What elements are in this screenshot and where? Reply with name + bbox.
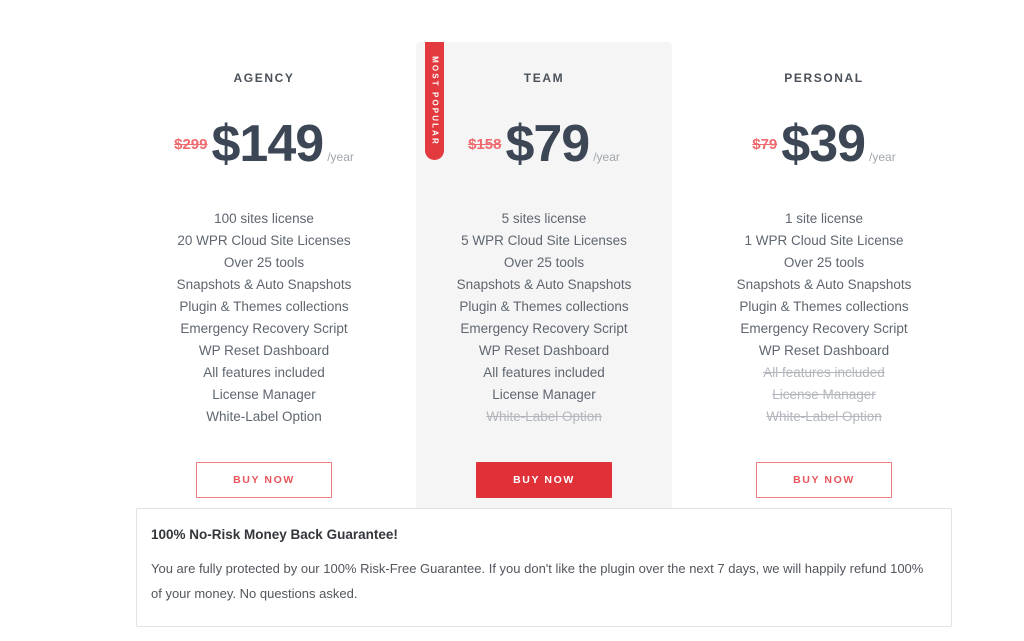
feature-item: WP Reset Dashboard: [758, 343, 890, 358]
feature-item-unavailable: All features included: [763, 365, 885, 380]
price-period: /year: [869, 150, 896, 164]
feature-item: Plugin & Themes collections: [179, 299, 349, 314]
price-period: /year: [593, 150, 620, 164]
pricing-card-team: MOST POPULAR TEAM $158 $79/year 5 sites lice…: [416, 42, 672, 528]
feature-item: Snapshots & Auto Snapshots: [176, 277, 352, 292]
price-original: $79: [752, 136, 778, 153]
plan-title: TEAM: [523, 71, 565, 85]
guarantee-body: You are fully protected by our 100% Risk…: [151, 561, 924, 602]
feature-item: WP Reset Dashboard: [198, 343, 330, 358]
price-line: $158 $79/year: [428, 118, 660, 170]
guarantee-title: 100% No-Risk Money Back Guarantee!: [151, 527, 398, 542]
pricing-card-personal: PERSONAL $79 $39/year 1 site license 1 WPR C…: [696, 42, 952, 528]
feature-item: Plugin & Themes collections: [739, 299, 909, 314]
feature-item: License Manager: [492, 387, 596, 402]
feature-list: 5 sites license 5 WPR Cloud Site Licenses…: [428, 208, 660, 428]
pricing-plans-row: AGENCY $299 $149/year 100 sites license 20 W…: [136, 42, 952, 528]
plan-title: AGENCY: [233, 71, 295, 85]
feature-item: Snapshots & Auto Snapshots: [736, 277, 912, 292]
plan-title: PERSONAL: [784, 71, 864, 85]
feature-item: Emergency Recovery Script: [180, 321, 348, 336]
feature-item: License Manager: [212, 387, 316, 402]
feature-item: 1 site license: [784, 211, 864, 226]
buy-now-button[interactable]: Buy Now: [756, 462, 892, 498]
guarantee-box: 100% No-Risk Money Back Guarantee! You a…: [136, 508, 952, 628]
feature-item: Plugin & Themes collections: [459, 299, 629, 314]
feature-item: All features included: [483, 365, 605, 380]
feature-item: 5 sites license: [501, 211, 587, 226]
most-popular-ribbon: MOST POPULAR: [425, 42, 444, 160]
feature-item: WP Reset Dashboard: [478, 343, 610, 358]
feature-item-unavailable: License Manager: [772, 387, 876, 402]
price-original: $299: [174, 136, 208, 153]
feature-list: 1 site license 1 WPR Cloud Site License Ov…: [708, 208, 940, 428]
feature-item-unavailable: White-Label Option: [486, 409, 602, 424]
price-period: /year: [327, 150, 354, 164]
feature-item: Over 25 tools: [503, 255, 585, 270]
feature-item-unavailable: White-Label Option: [766, 409, 882, 424]
price-current: $39: [781, 115, 866, 173]
price-line: $299 $149/year: [148, 118, 380, 170]
buy-now-button[interactable]: Buy Now: [476, 462, 612, 498]
feature-item: 20 WPR Cloud Site Licenses: [177, 233, 351, 248]
price-current: $149: [211, 115, 325, 173]
most-popular-ribbon-label: MOST POPULAR: [430, 56, 439, 146]
feature-item: Over 25 tools: [783, 255, 865, 270]
feature-item: Over 25 tools: [223, 255, 305, 270]
feature-item: 5 WPR Cloud Site Licenses: [461, 233, 627, 248]
feature-item: Emergency Recovery Script: [460, 321, 628, 336]
feature-item: All features included: [203, 365, 325, 380]
price-current: $79: [505, 115, 590, 173]
pricing-page: AGENCY $299 $149/year 100 sites license 20 W…: [0, 0, 1024, 641]
feature-item: 100 sites license: [214, 211, 314, 226]
feature-item: Emergency Recovery Script: [740, 321, 908, 336]
pricing-card-agency: AGENCY $299 $149/year 100 sites license 20 W…: [136, 42, 392, 528]
feature-list: 100 sites license 20 WPR Cloud Site Licen…: [148, 208, 380, 428]
feature-item: 1 WPR Cloud Site License: [744, 233, 904, 248]
feature-item: Snapshots & Auto Snapshots: [456, 277, 632, 292]
price-line: $79 $39/year: [708, 118, 940, 170]
feature-item: White-Label Option: [206, 409, 322, 424]
price-original: $158: [468, 136, 502, 153]
buy-now-button[interactable]: Buy Now: [196, 462, 332, 498]
